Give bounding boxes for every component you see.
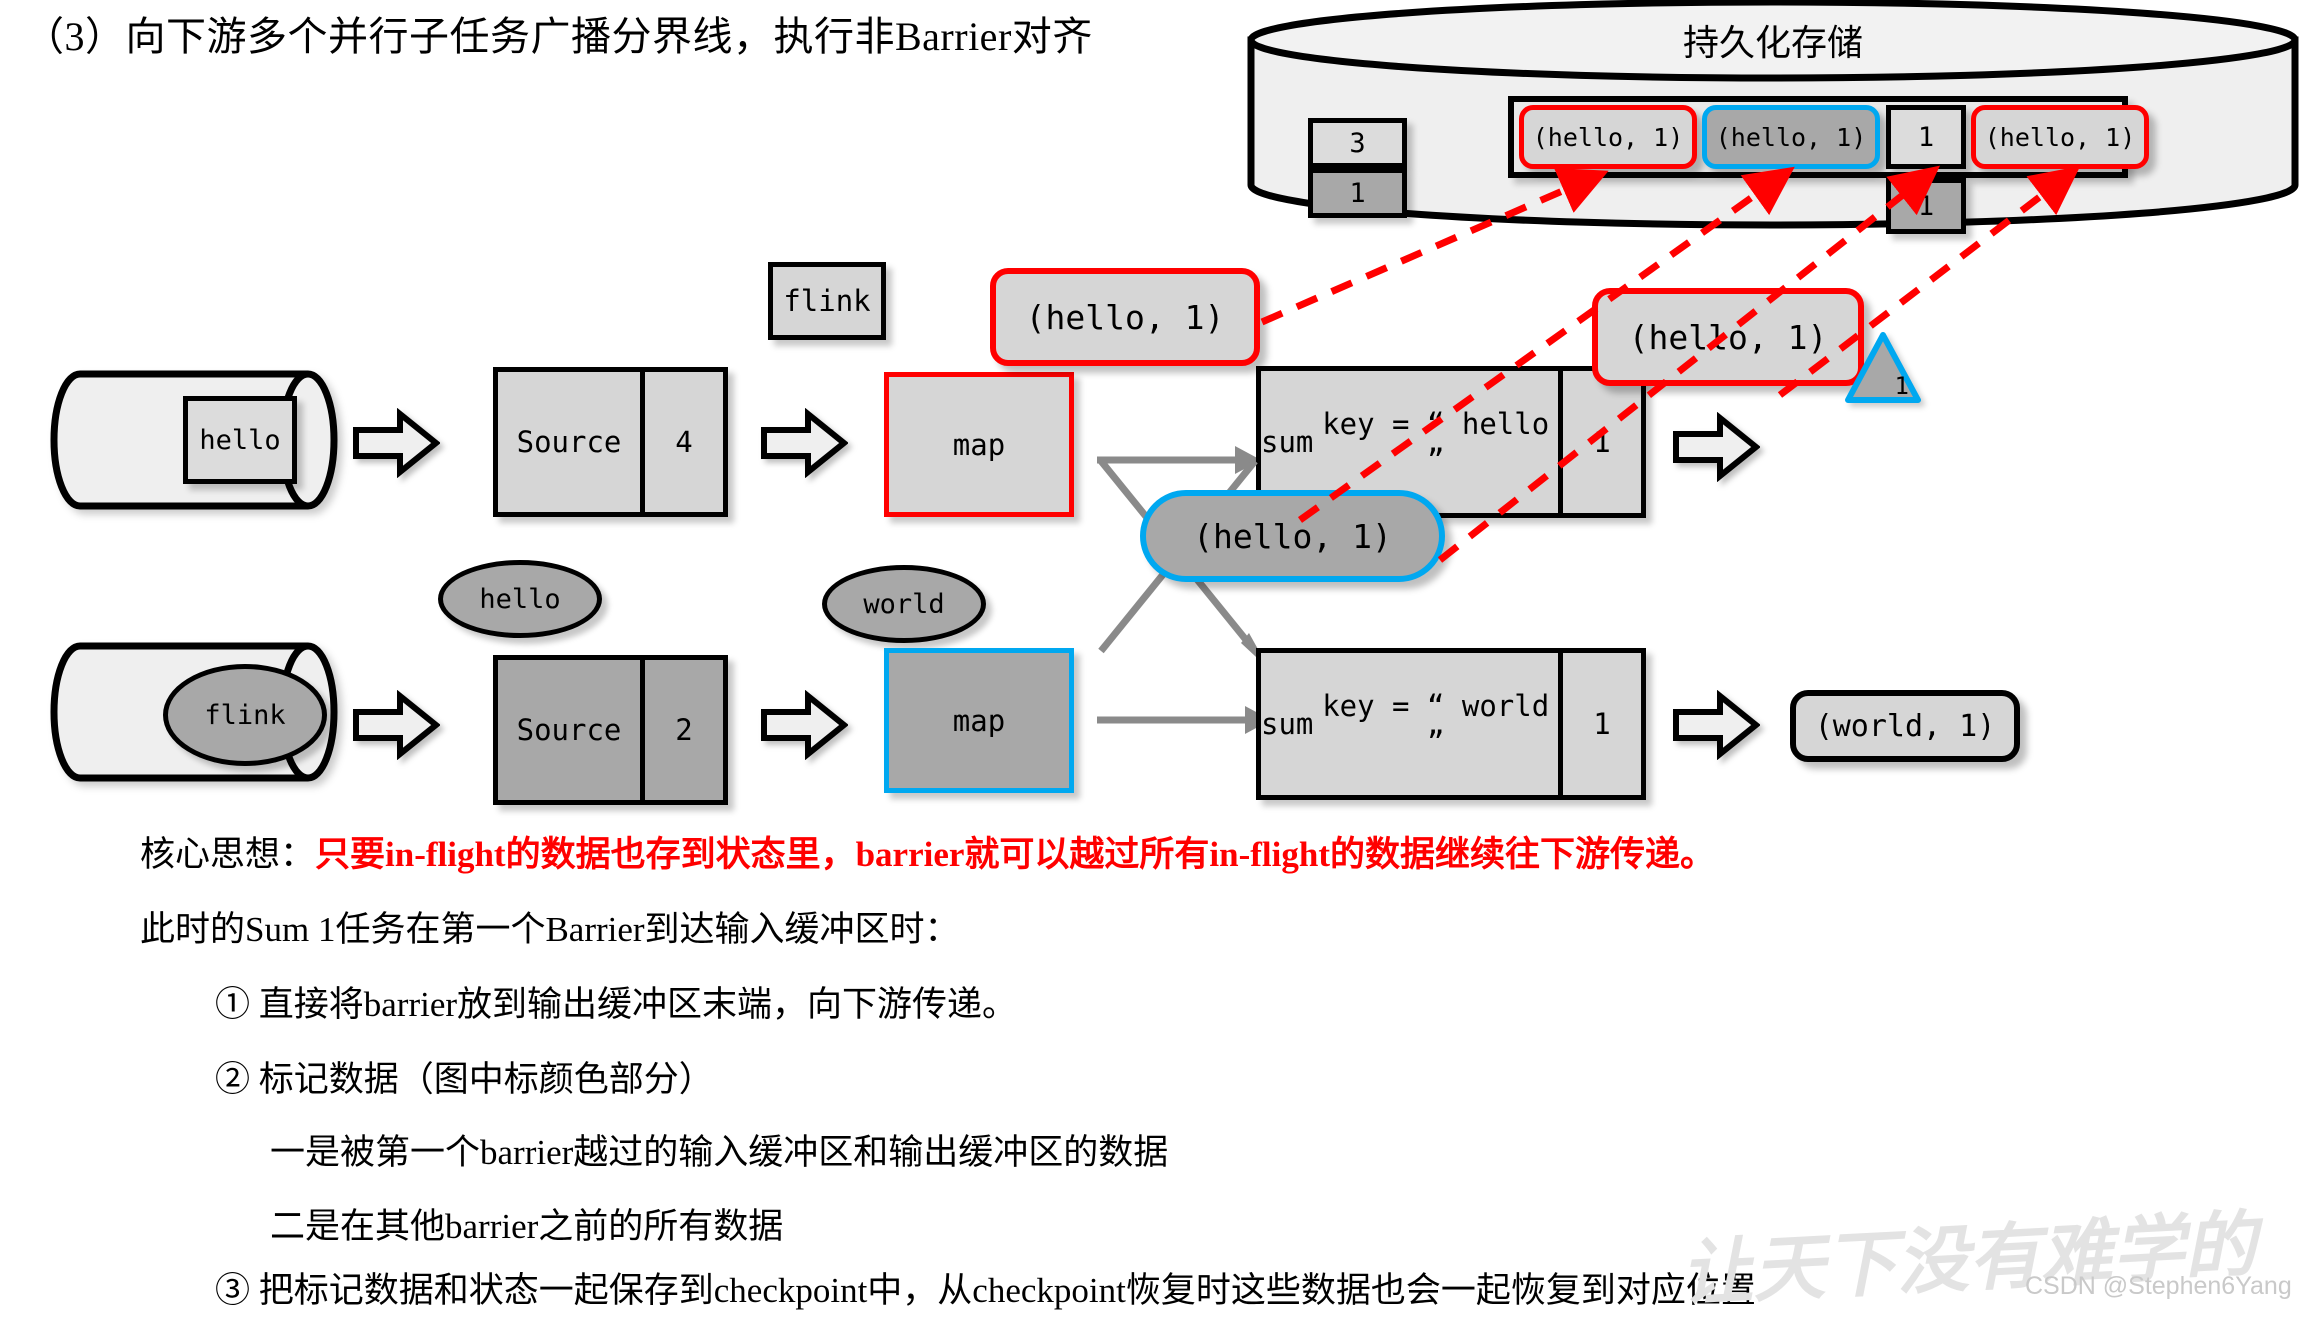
map-operator-row2: map	[884, 648, 1074, 793]
note-core-text: 只要in-flight的数据也存到状态里，barrier就可以越过所有in-fl…	[315, 835, 1715, 874]
edge-map2-to-sum2	[1095, 700, 1275, 740]
barrier-marker-triangle: 1	[1843, 330, 1923, 406]
storage-buffer-cell-0: (hello, 1)	[1519, 105, 1697, 169]
barrier-marker-number: 1	[1894, 372, 1909, 400]
storage-buffer-cell-1: (hello, 1)	[1702, 105, 1880, 169]
storage-state-cell-1: 1	[1308, 168, 1407, 218]
note-item-2a: 一是被第一个barrier越过的输入缓冲区和输出缓冲区的数据	[270, 1133, 1169, 1172]
storage-state-cell-0: 3	[1308, 118, 1407, 168]
storage-buffer-cell-3: (hello, 1)	[1971, 105, 2149, 169]
sum-count-row1: 1	[1558, 371, 1641, 513]
flow-arrow-row2-out	[1672, 690, 1760, 760]
storage-label: 持久化存储	[1682, 23, 1863, 63]
storage-pending-cell: 1	[1886, 178, 1966, 234]
sum-label-row2: sum key = “ world ”	[1261, 653, 1558, 795]
flow-arrow-row1-b	[760, 408, 848, 478]
note-core-label: 核心思想：	[140, 835, 316, 874]
stream-record-row1: hello	[183, 396, 297, 484]
note-item-3: ③ 把标记数据和状态一起保存到checkpoint中，从checkpoint恢复…	[215, 1271, 1756, 1310]
floating-flink-box: flink	[768, 262, 886, 340]
floating-world-ellipse: world	[822, 565, 986, 643]
sum-label-row2-line2: key = “ world ”	[1322, 688, 1550, 759]
source-count-row1: 4	[640, 372, 723, 512]
floating-hello-ellipse: hello	[438, 560, 602, 638]
note-when: 此时的Sum 1任务在第一个Barrier到达输入缓冲区时：	[140, 910, 960, 949]
floating-tuple-after-sum: (hello, 1)	[1592, 288, 1864, 386]
sum-operator-row2: sum key = “ world ” 1	[1256, 648, 1646, 800]
output-tuple-row2: (world, 1)	[1790, 690, 2020, 762]
source-operator-row1: Source 4	[493, 367, 728, 517]
sum-label-row1-line2: key = “ hello ”	[1322, 406, 1550, 477]
page-title: （3）向下游多个并行子任务广播分界线，执行非Barrier对齐	[24, 14, 1093, 59]
source-label-row2: Source	[516, 712, 622, 747]
note-core: 核心思想：只要in-flight的数据也存到状态里，barrier就可以越过所有…	[140, 826, 1715, 877]
flow-arrow-row2-b	[760, 690, 848, 760]
source-label-row1: Source	[516, 424, 622, 459]
map-operator-row1: map	[884, 372, 1074, 517]
note-item-2b: 二是在其他barrier之前的所有数据	[270, 1207, 784, 1246]
flow-arrow-row1-out	[1672, 412, 1760, 482]
storage-buffer-cell-2: 1	[1886, 105, 1966, 169]
watermark-credit: CSDN @Stephen6Yang	[2025, 1272, 2292, 1300]
floating-tuple-in-flight: (hello, 1)	[1140, 490, 1445, 582]
source-operator-row2: Source 2	[493, 655, 728, 805]
flow-arrow-row1-a	[352, 408, 440, 478]
sum-count-row2: 1	[1558, 653, 1641, 795]
flow-arrow-row2-a	[352, 690, 440, 760]
floating-tuple-after-map: (hello, 1)	[990, 268, 1260, 366]
note-item-2: ② 标记数据（图中标颜色部分）	[215, 1060, 714, 1099]
diagram-canvas: （3）向下游多个并行子任务广播分界线，执行非Barrier对齐 持久化存储 3 …	[0, 0, 2313, 1315]
source-count-row2: 2	[640, 660, 723, 800]
note-item-1: ① 直接将barrier放到输出缓冲区末端，向下游传递。	[215, 985, 1018, 1024]
sum-label-row2-line1: sum	[1261, 706, 1314, 741]
stream-record-row2: flink	[163, 664, 327, 766]
